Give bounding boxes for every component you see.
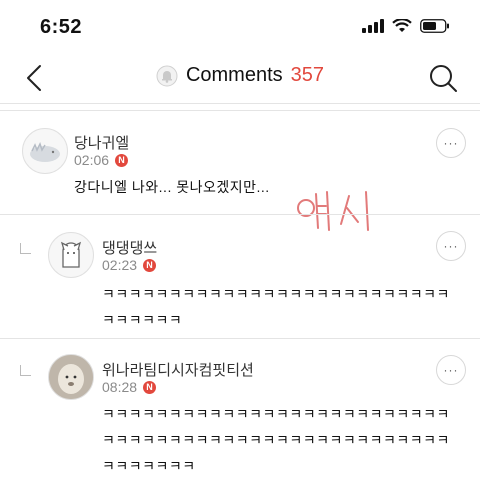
comment-item: 위나라팀디시자컴핏티션 08:28 N ··· ㅋㅋㅋㅋㅋㅋㅋㅋㅋㅋㅋㅋㅋㅋㅋㅋ… xyxy=(0,339,480,480)
avatar xyxy=(48,354,94,400)
comment-time: 02:06 xyxy=(74,152,110,168)
more-options-button[interactable]: ··· xyxy=(436,355,466,385)
avatar-illustration-icon xyxy=(30,142,60,162)
search-button[interactable] xyxy=(426,60,460,96)
nav-bar: Comments 357 xyxy=(0,56,480,102)
comment-count: 357 xyxy=(290,64,325,86)
reply-indicator-icon xyxy=(20,365,31,376)
comment-text: ㅋㅋㅋㅋㅋㅋㅋㅋㅋㅋㅋㅋㅋㅋㅋㅋㅋㅋㅋㅋㅋㅋㅋㅋㅋㅋㅋㅋㅋㅋㅋㅋㅋㅋㅋㅋㅋㅋㅋㅋ… xyxy=(102,406,450,474)
bell-icon xyxy=(156,65,178,86)
comment-meta: 02:06 N xyxy=(74,152,129,168)
comment-item: 댕댕댕쓰 02:23 N ··· ㅋㅋㅋㅋㅋㅋㅋㅋㅋㅋㅋㅋㅋㅋㅋㅋㅋㅋㅋㅋㅋㅋㅋ… xyxy=(0,215,480,337)
avatar-photo-icon xyxy=(49,355,93,399)
page-title: Comments 357 xyxy=(0,64,480,87)
comment-time: 02:23 xyxy=(102,257,138,273)
avatar xyxy=(48,232,94,278)
search-icon xyxy=(430,65,457,92)
comment-meta: 08:28 N xyxy=(102,379,157,395)
avatar-illustration-icon xyxy=(60,241,82,268)
comment-text: 강다니엘 나와... 못나오겠지만... xyxy=(74,179,270,195)
comment-time: 08:28 xyxy=(102,379,138,395)
new-badge: N xyxy=(143,380,157,394)
new-badge: N xyxy=(115,153,129,167)
reply-indicator-icon xyxy=(20,243,31,254)
avatar xyxy=(22,128,68,174)
comment-author[interactable]: 댕댕댕쓰 xyxy=(102,237,157,258)
more-options-button[interactable]: ··· xyxy=(436,231,466,261)
status-bar: 6:52 xyxy=(0,0,480,56)
comment-item: 당나귀엘 02:06 N ··· 강다니엘 나와... 못나오겠지만... xyxy=(0,112,480,212)
status-icons xyxy=(362,19,450,33)
section-divider xyxy=(0,110,480,111)
comment-author[interactable]: 위나라팀디시자컴핏티션 xyxy=(102,359,254,380)
comment-meta: 02:23 N xyxy=(102,257,157,273)
comment-author[interactable]: 당나귀엘 xyxy=(74,132,129,153)
more-options-button[interactable]: ··· xyxy=(436,128,466,158)
comment-text: ㅋㅋㅋㅋㅋㅋㅋㅋㅋㅋㅋㅋㅋㅋㅋㅋㅋㅋㅋㅋㅋㅋㅋㅋㅋㅋㅋㅋㅋㅋㅋㅋ xyxy=(102,286,450,328)
signal-icon xyxy=(362,19,384,33)
title-text: Comments xyxy=(185,64,283,86)
battery-icon xyxy=(420,19,449,33)
new-badge: N xyxy=(143,258,157,272)
wifi-icon xyxy=(392,19,412,32)
nav-divider xyxy=(0,103,480,104)
status-time: 6:52 xyxy=(40,16,83,38)
